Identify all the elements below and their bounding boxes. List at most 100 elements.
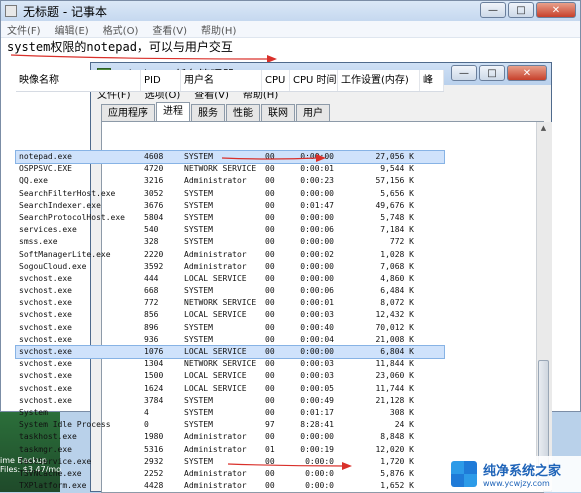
minimize-button[interactable]: — [480, 2, 506, 18]
menu-format[interactable]: 格式(O) [103, 22, 139, 37]
process-image-name: SoftManagerLite.exe [19, 249, 111, 259]
process-table-header: 映像名称 PID 用户名 CPU CPU 时间 工作设置(内存) 峰 [16, 70, 444, 92]
process-working-set: 1,720 K [380, 456, 414, 466]
scroll-up-arrow-icon[interactable]: ▲ [538, 124, 549, 134]
process-working-set: 9,544 K [380, 164, 414, 174]
column-peak[interactable]: 峰 [420, 70, 444, 91]
column-cpu-time[interactable]: CPU 时间 [290, 70, 338, 91]
tab-users[interactable]: 用户 [296, 104, 330, 122]
process-row[interactable]: svchost.exe 1304 NETWORK SERVICE 00 0:00:03 1… [16, 358, 444, 370]
menu-file[interactable]: 文件(F) [7, 22, 41, 37]
column-working-set[interactable]: 工作设置(内存) [338, 70, 420, 91]
process-row[interactable]: svchost.exe 936 SYSTEM 00 0:00:04 21,008 K [16, 334, 444, 346]
process-cpu: 00 [265, 261, 275, 271]
process-pid: 4720 [144, 164, 164, 174]
process-cpu: 00 [265, 371, 275, 381]
process-peak-cell [420, 249, 444, 261]
process-row[interactable]: svchost.exe 444 LOCAL SERVICE 00 0:00:00 4,86… [16, 273, 444, 285]
process-row[interactable]: svchost.exe 856 LOCAL SERVICE 00 0:00:03 12,4… [16, 309, 444, 321]
process-working-set: 12,020 K [375, 444, 414, 454]
column-pid[interactable]: PID [141, 70, 181, 91]
process-row[interactable]: svchost.exe 1500 LOCAL SERVICE 00 0:00:03 23,… [16, 370, 444, 382]
process-row[interactable]: SearchIndexer.exe 3676 SYSTEM 00 0:01:47 49,6… [16, 200, 444, 212]
process-pid: 896 [144, 322, 159, 332]
process-username: NETWORK SERVICE [184, 298, 257, 308]
process-peak-cell [420, 419, 444, 431]
process-row[interactable]: SearchProtocolHost.exe 5804 SYSTEM 00 0:00:0… [16, 212, 444, 224]
process-cpu: 00 [265, 468, 275, 478]
process-row[interactable]: SearchFilterHost.exe 3052 SYSTEM 00 0:00:00 5… [16, 188, 444, 200]
process-cpu: 00 [265, 152, 275, 161]
process-row[interactable]: taskhost.exe 1980 Administrator 00 0:00:00 8,… [16, 431, 444, 443]
menu-edit[interactable]: 编辑(E) [55, 22, 89, 37]
close-button[interactable]: ✕ [536, 2, 576, 18]
process-cpu: 00 [265, 383, 275, 393]
process-username: SYSTEM [184, 420, 213, 430]
tab-performance[interactable]: 性能 [226, 104, 260, 122]
process-row[interactable]: SoftManagerLite.exe 2220 Administrator 00 0:… [16, 249, 444, 261]
column-cpu[interactable]: CPU [262, 70, 290, 91]
process-peak-cell [420, 175, 444, 187]
process-image-name: svchost.exe [19, 371, 72, 381]
process-peak-cell [420, 444, 444, 456]
tab-processes[interactable]: 进程 [156, 102, 190, 122]
process-pid: 2220 [144, 249, 164, 259]
tab-services[interactable]: 服务 [191, 104, 225, 122]
process-working-set: 4,860 K [380, 273, 414, 283]
process-row[interactable]: TestService.exe 2932 SYSTEM 00 0:00:0 1,720 K [16, 456, 444, 468]
process-row[interactable]: taskmgr.exe 5316 Administrator 01 0:00:19 12,… [16, 444, 444, 456]
process-cpu-time: 0:00:03 [300, 371, 334, 381]
process-row[interactable]: notepad.exe 4608 SYSTEM 00 0:00:00 27,056 K [15, 149, 445, 165]
process-image-name: svchost.exe [19, 310, 72, 320]
process-cpu-time: 0:01:17 [300, 407, 334, 417]
process-image-name: smss.exe [19, 237, 58, 247]
tm-minimize-button[interactable]: — [451, 65, 477, 81]
column-username[interactable]: 用户名 [181, 70, 262, 91]
process-cpu-time: 0:01:47 [300, 200, 334, 210]
process-row[interactable]: TXPlatform.exe 4428 Administrator 00 0:00:0 1… [16, 480, 444, 492]
menu-help[interactable]: 帮助(H) [201, 22, 236, 37]
process-row[interactable]: svchost.exe 3784 SYSTEM 00 0:00:49 21,128 K [16, 395, 444, 407]
process-working-set: 12,432 K [375, 310, 414, 320]
process-row[interactable]: OSPPSVC.EXE 4720 NETWORK SERVICE 00 0:00:01 9… [16, 163, 444, 175]
tm-close-button[interactable]: ✕ [507, 65, 547, 81]
tab-networking[interactable]: 联网 [261, 104, 295, 122]
process-pid: 3592 [144, 261, 164, 271]
column-image-name[interactable]: 映像名称 [16, 70, 141, 91]
process-row[interactable]: QQ.exe 3216 Administrator 00 0:00:23 57,156 K [16, 175, 444, 187]
process-cpu: 00 [265, 298, 275, 308]
process-cpu: 00 [265, 407, 275, 417]
process-row[interactable]: TSVNCache.exe 2252 Administrator 00 0:00:0 5,… [16, 468, 444, 480]
process-peak-cell [420, 200, 444, 212]
process-cpu: 97 [265, 420, 275, 430]
process-image-name: taskhost.exe [19, 432, 77, 442]
process-row[interactable]: System Idle Process 0 SYSTEM 97 8:28:41 24 K [16, 419, 444, 431]
process-username: Administrator [184, 444, 247, 454]
process-cpu-time: 0:00:03 [300, 310, 334, 320]
process-image-name: TSVNCache.exe [19, 468, 82, 478]
process-pid: 328 [144, 237, 159, 247]
process-row[interactable]: svchost.exe 668 SYSTEM 00 0:00:06 6,484 K [16, 285, 444, 297]
process-image-name: TXPlatform.exe [19, 481, 87, 491]
process-cpu: 00 [265, 249, 275, 259]
tm-maximize-button[interactable]: □ [479, 65, 505, 81]
process-cpu: 00 [265, 200, 275, 210]
maximize-button[interactable]: □ [508, 2, 534, 18]
process-row[interactable]: SogouCloud.exe 3592 Administrator 00 0:00:00… [16, 261, 444, 273]
process-working-set: 21,008 K [375, 334, 414, 344]
process-row[interactable]: services.exe 540 SYSTEM 00 0:00:06 7,184 K [16, 224, 444, 236]
process-image-name: SearchIndexer.exe [19, 200, 101, 210]
process-row[interactable]: svchost.exe 896 SYSTEM 00 0:00:40 70,012 K [16, 322, 444, 334]
tab-applications[interactable]: 应用程序 [101, 104, 155, 122]
process-working-set: 7,068 K [380, 261, 414, 271]
process-peak-cell [420, 188, 444, 200]
process-row[interactable]: svchost.exe 1624 LOCAL SERVICE 00 0:00:05 11,… [16, 383, 444, 395]
process-row[interactable]: svchost.exe 772 NETWORK SERVICE 00 0:00:01 8,… [16, 297, 444, 309]
menu-view[interactable]: 查看(V) [152, 22, 187, 37]
process-row[interactable]: System 4 SYSTEM 00 0:01:17 308 K [16, 407, 444, 419]
notepad-app-icon [5, 5, 17, 17]
process-username: Administrator [184, 261, 247, 271]
process-row[interactable]: svchost.exe 1076 LOCAL SERVICE 00 0:00:00 6,8… [15, 344, 445, 360]
process-row[interactable]: smss.exe 328 SYSTEM 00 0:00:00 772 K [16, 236, 444, 248]
process-image-name: SearchProtocolHost.exe [19, 212, 125, 222]
